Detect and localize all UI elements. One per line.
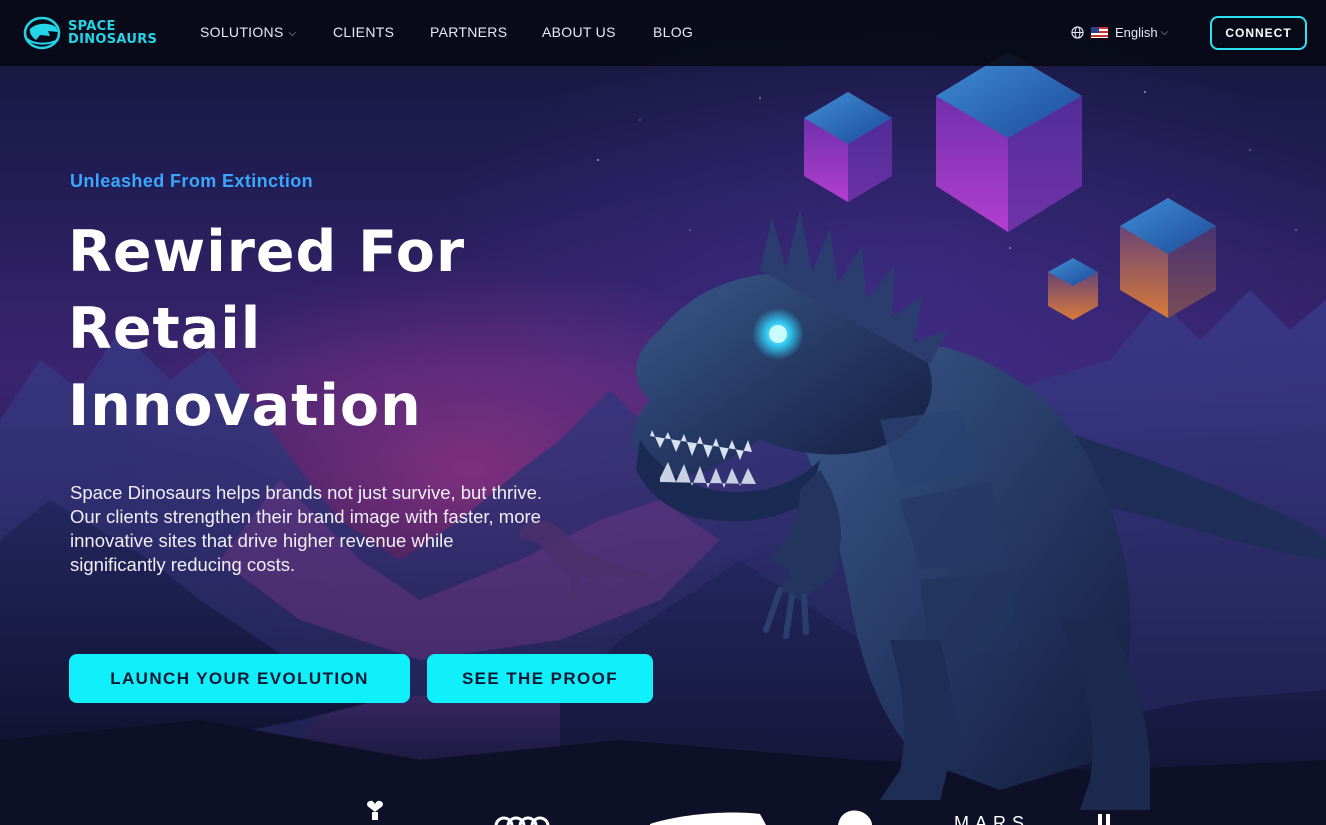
nav-links: SOLUTIONS ⌵ CLIENTS PARTNERS ABOUT US BL… [200,24,693,40]
nav-link-clients[interactable]: CLIENTS [333,24,430,40]
nav-link-solutions[interactable]: SOLUTIONS ⌵ [200,24,333,40]
client-logo [367,800,383,812]
chevron-down-icon: ⌵ [1160,27,1169,38]
hero-title: Rewired For Retail Innovation [68,214,588,445]
hero-title-line: Rewired For [68,219,466,285]
connect-button[interactable]: CONNECT [1210,16,1307,50]
client-logo [1098,814,1102,825]
top-navigation: SPACE DINOSAURS SOLUTIONS ⌵ CLIENTS PART… [0,0,1326,66]
hero-title-line: Innovation [68,373,422,439]
brand-logo[interactable]: SPACE DINOSAURS [22,16,157,50]
language-selector[interactable]: English ⌵ [1071,25,1168,40]
hero-section: SPACE DINOSAURS SOLUTIONS ⌵ CLIENTS PART… [0,0,1326,825]
hero-eyebrow: Unleashed From Extinction [70,171,314,191]
client-logo [494,816,550,825]
launch-evolution-button[interactable]: LAUNCH YOUR EVOLUTION [69,654,410,703]
us-flag-icon [1091,27,1108,38]
client-logos-strip: MARS [367,800,1110,825]
client-logo: MARS [954,813,1030,825]
nav-link-blog[interactable]: BLOG [653,24,693,40]
globe-icon [1071,26,1084,39]
hero-title-line: Retail [68,296,262,362]
hero-description: Space Dinosaurs helps brands not just su… [70,482,542,575]
see-proof-button[interactable]: SEE THE PROOF [427,654,653,703]
chevron-down-icon: ⌵ [288,27,297,39]
nav-link-about-us[interactable]: ABOUT US [542,24,653,40]
language-label: English [1115,25,1158,40]
logo-text-line2: DINOSAURS [68,32,158,47]
logo-mark-icon [23,16,61,50]
client-logo [650,812,766,825]
nav-link-partners[interactable]: PARTNERS [430,24,542,40]
client-logo [838,810,872,825]
floating-cube [804,92,892,202]
